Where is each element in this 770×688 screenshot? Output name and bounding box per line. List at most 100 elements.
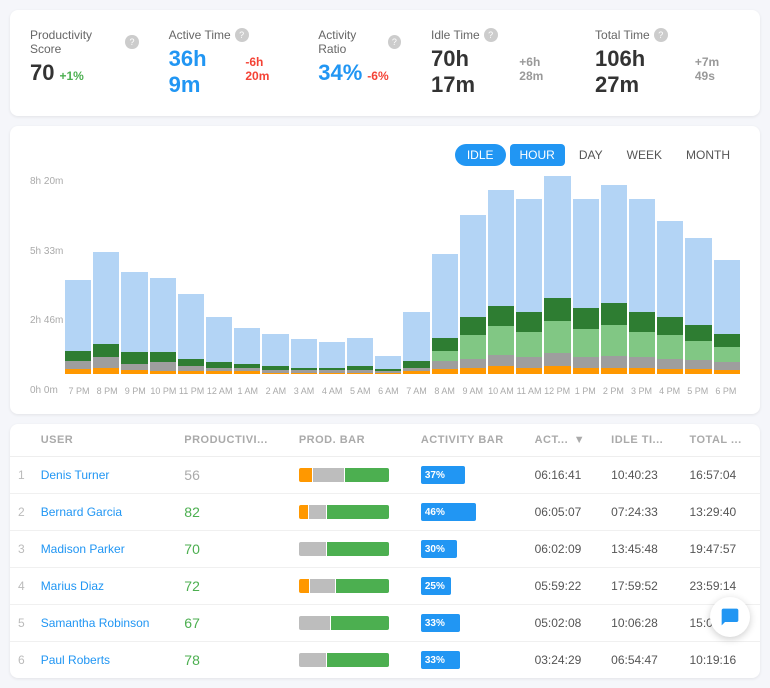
act-time-cell: 06:02:09: [527, 531, 604, 568]
stat-delta-active-time: -6h 20m: [245, 55, 288, 83]
user-name-cell: Denis Turner: [33, 457, 177, 494]
help-icon-productivity[interactable]: ?: [125, 35, 138, 49]
table-header-1: USER: [33, 424, 177, 457]
prod-bar-segment: [327, 653, 389, 667]
bar-segment: [432, 338, 458, 351]
stat-idle-time: Idle Time ? 70h 17m +6h 28m: [431, 28, 565, 98]
prod-score: 70: [184, 541, 200, 557]
help-icon-active-time[interactable]: ?: [235, 28, 249, 42]
stat-label-activity-ratio: Activity Ratio ?: [318, 28, 401, 56]
total-time-cell: 13:29:40: [681, 494, 760, 531]
week-button[interactable]: WEEK: [617, 144, 672, 166]
table-header-6[interactable]: IDLE TI...: [603, 424, 681, 457]
x-label: 8 AM: [431, 386, 459, 396]
table-header-5[interactable]: ACT... ▼: [527, 424, 604, 457]
hour-button[interactable]: HOUR: [510, 144, 565, 166]
x-label: 5 PM: [684, 386, 712, 396]
help-icon-total-time[interactable]: ?: [654, 28, 668, 42]
act-time-cell: 06:16:41: [527, 457, 604, 494]
user-link[interactable]: Paul Roberts: [41, 653, 110, 667]
activity-bar: 46%: [421, 503, 476, 521]
bar-segment: [488, 366, 514, 374]
row-number: 1: [10, 457, 33, 494]
prod-score: 82: [184, 504, 200, 520]
day-button[interactable]: DAY: [569, 144, 613, 166]
y-label: 0h 0m: [30, 385, 65, 396]
bar-segment: [178, 371, 204, 374]
bar-segment: [262, 373, 288, 374]
prod-score-cell: 56: [176, 457, 291, 494]
bar-segment: [460, 359, 486, 368]
x-label: 1 AM: [234, 386, 262, 396]
bar-group: [685, 176, 711, 374]
prod-score: 78: [184, 652, 200, 668]
act-time-cell: 05:59:22: [527, 568, 604, 605]
bar-segment: [347, 338, 373, 366]
user-name-cell: Marius Diaz: [33, 568, 177, 605]
table-header-4[interactable]: ACTIVITY BAR: [413, 424, 527, 457]
bar-segment: [460, 368, 486, 374]
prod-bar: [299, 505, 389, 519]
activity-pct: 25%: [425, 581, 445, 592]
bar-segment: [460, 317, 486, 335]
bar-segment: [657, 317, 683, 335]
bar-segment: [121, 370, 147, 374]
bar-segment: [629, 368, 655, 374]
y-label: 8h 20m: [30, 176, 65, 187]
x-label: 10 PM: [149, 386, 177, 396]
user-link[interactable]: Denis Turner: [41, 468, 110, 482]
activity-pct: 46%: [425, 507, 445, 518]
bar-segment: [629, 332, 655, 358]
act-time-cell: 05:02:08: [527, 605, 604, 642]
prod-bar-cell: [291, 605, 413, 642]
bar-segment: [544, 366, 570, 374]
prod-bar: [299, 542, 389, 556]
bar-group: [65, 176, 91, 374]
bar-segment: [488, 326, 514, 354]
stat-delta-idle-time: +6h 28m: [519, 55, 565, 83]
table-header-7[interactable]: TOTAL ...: [681, 424, 760, 457]
help-icon-activity-ratio[interactable]: ?: [388, 35, 401, 49]
bar-group: [234, 176, 260, 374]
month-button[interactable]: MONTH: [676, 144, 740, 166]
stat-label-productivity: Productivity Score ?: [30, 28, 139, 56]
x-label: 2 AM: [262, 386, 290, 396]
stat-value-activity-ratio: 34% -6%: [318, 60, 401, 86]
idle-toggle-button[interactable]: IDLE: [455, 144, 506, 166]
bar-group: [714, 176, 740, 374]
help-icon-idle-time[interactable]: ?: [484, 28, 498, 42]
user-link[interactable]: Madison Parker: [41, 542, 125, 556]
bar-group: [121, 176, 147, 374]
prod-bar: [299, 653, 389, 667]
table-header-2[interactable]: PRODUCTIVI...: [176, 424, 291, 457]
x-label: 2 PM: [599, 386, 627, 396]
user-link[interactable]: Samantha Robinson: [41, 616, 150, 630]
bar-group: [601, 176, 627, 374]
chat-button[interactable]: [710, 597, 750, 637]
stat-label-idle-time: Idle Time ?: [431, 28, 565, 42]
y-label: 2h 46m: [30, 315, 65, 326]
bar-segment: [488, 306, 514, 327]
stats-card: Productivity Score ? 70 +1% Active Time …: [10, 10, 760, 116]
bar-group: [488, 176, 514, 374]
prod-score-cell: 78: [176, 642, 291, 679]
bar-group: [544, 176, 570, 374]
prod-bar-cell: [291, 568, 413, 605]
user-name-cell: Samantha Robinson: [33, 605, 177, 642]
bar-segment: [291, 339, 317, 367]
prod-bar-cell: [291, 494, 413, 531]
bar-segment: [573, 329, 599, 357]
table-header-0: [10, 424, 33, 457]
bar-group: [573, 176, 599, 374]
bar-segment: [150, 362, 176, 371]
user-link[interactable]: Marius Diaz: [41, 579, 104, 593]
table-row: 3 Madison Parker 70 30% 06:02:09 13:45:4…: [10, 531, 760, 568]
bar-segment: [685, 360, 711, 369]
sort-arrow: ▼: [574, 434, 585, 446]
bar-segment: [403, 312, 429, 361]
table-header-3[interactable]: PROD. BAR: [291, 424, 413, 457]
act-time-cell: 06:05:07: [527, 494, 604, 531]
user-link[interactable]: Bernard Garcia: [41, 505, 122, 519]
x-label: 6 PM: [712, 386, 740, 396]
stat-activity-ratio: Activity Ratio ? 34% -6%: [318, 28, 401, 86]
